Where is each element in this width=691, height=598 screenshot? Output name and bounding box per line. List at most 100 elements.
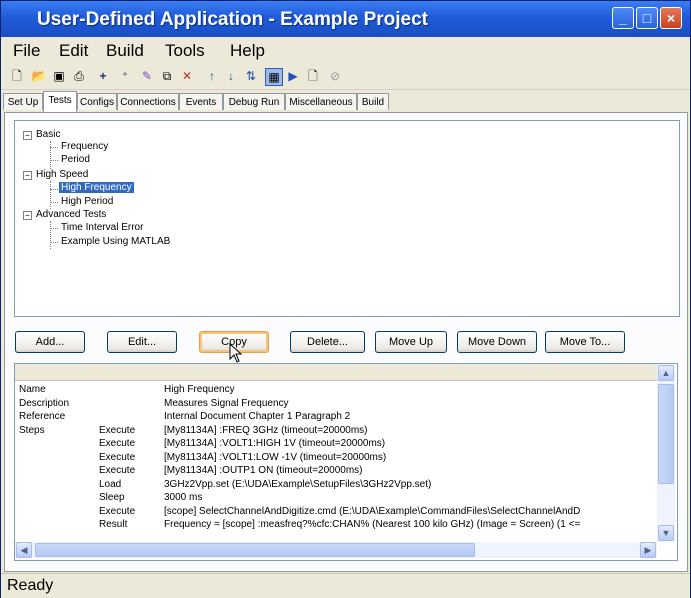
menu-edit[interactable]: Edit: [59, 41, 88, 61]
play-icon[interactable]: ▶: [285, 68, 301, 84]
minimize-button[interactable]: _: [612, 7, 634, 29]
detail-step-type: Execute: [99, 505, 136, 517]
application-window: User-Defined Application - Example Proje…: [0, 0, 691, 598]
run-icon[interactable]: ▦: [265, 68, 283, 86]
copy-icon[interactable]: ⧉: [159, 68, 175, 84]
window-title: User-Defined Application - Example Proje…: [37, 9, 428, 30]
maximize-icon: □: [642, 10, 652, 26]
tree-item-selected[interactable]: High Frequency: [59, 182, 134, 193]
collapse-icon[interactable]: −: [23, 211, 32, 220]
tree-connector: [50, 189, 58, 190]
add-child-icon[interactable]: ⁺: [117, 68, 133, 84]
tree-group-basic[interactable]: Basic: [36, 129, 60, 140]
tree-connector: [50, 228, 58, 229]
move-up-icon[interactable]: ↑: [204, 68, 220, 84]
menu-file[interactable]: File: [13, 41, 40, 61]
detail-step-type: Execute: [99, 451, 136, 463]
vertical-scroll-thumb[interactable]: [658, 384, 674, 484]
horizontal-scroll-thumb[interactable]: [35, 543, 475, 557]
move-up-button[interactable]: Move Up: [375, 331, 447, 353]
new-icon[interactable]: 🗋: [9, 68, 25, 84]
tab-configs[interactable]: Configs: [77, 93, 117, 110]
detail-value: Internal Document Chapter 1 Paragraph 2: [164, 411, 351, 422]
scroll-down-icon[interactable]: ▼: [658, 525, 674, 541]
tree-item[interactable]: Frequency: [61, 141, 108, 152]
tab-tests[interactable]: Tests: [43, 91, 77, 112]
status-bar: Ready: [1, 573, 690, 598]
print-icon[interactable]: ⎙: [71, 68, 87, 84]
tree-connector: [50, 160, 58, 161]
scroll-left-icon[interactable]: ◀: [16, 542, 32, 558]
detail-value: 3000 ms: [164, 492, 203, 503]
scroll-up-icon[interactable]: ▲: [658, 365, 674, 381]
edit-icon[interactable]: ✎: [139, 68, 155, 84]
detail-value: [My81134A] :FREQ 3GHz (timeout=20000ms): [164, 424, 368, 436]
vertical-scrollbar[interactable]: ▲ ▼: [657, 364, 675, 542]
detail-field-name: Description: [19, 397, 70, 409]
collapse-icon[interactable]: −: [23, 171, 32, 180]
tab-build[interactable]: Build: [357, 93, 389, 110]
tree-item[interactable]: Example Using MATLAB: [61, 236, 170, 247]
tree-group-advanced-tests[interactable]: Advanced Tests: [36, 209, 106, 220]
page-icon[interactable]: 🗋: [305, 68, 321, 84]
test-tree[interactable]: − Basic Frequency Period − High Speed Hi…: [14, 120, 680, 317]
stop-icon[interactable]: ⊘: [327, 68, 343, 84]
menu-build[interactable]: Build: [106, 41, 144, 61]
maximize-button[interactable]: □: [636, 7, 658, 29]
tree-item[interactable]: Time Interval Error: [61, 222, 143, 233]
tab-connections[interactable]: Connections: [117, 93, 179, 110]
action-buttons: Add... Edit... Copy Delete... Move Up Mo…: [5, 327, 685, 363]
minimize-icon: _: [619, 10, 627, 26]
horizontal-scrollbar[interactable]: ◀ ▶: [15, 542, 657, 558]
move-down-icon[interactable]: ↓: [223, 68, 239, 84]
tab-events[interactable]: Events: [179, 93, 223, 110]
edit-button[interactable]: Edit...: [107, 331, 177, 353]
tree-item[interactable]: Period: [61, 154, 90, 165]
close-icon: ×: [666, 10, 676, 26]
move-to-icon[interactable]: ⇅: [243, 68, 259, 84]
status-text: Ready: [7, 577, 54, 594]
mouse-cursor-icon: [229, 343, 243, 363]
add-icon[interactable]: +: [95, 68, 111, 84]
tests-panel: − Basic Frequency Period − High Speed Hi…: [4, 112, 688, 572]
menu-help[interactable]: Help: [230, 41, 265, 61]
detail-value: High Frequency: [164, 384, 235, 395]
move-down-button[interactable]: Move Down: [457, 331, 537, 353]
detail-step-type: Execute: [99, 465, 136, 476]
close-button[interactable]: ×: [660, 7, 682, 29]
detail-value: [My81134A] :VOLT1:LOW -1V (timeout=20000…: [164, 451, 387, 463]
tree-connector: [50, 242, 58, 243]
tree-item[interactable]: High Period: [61, 196, 113, 207]
save-icon[interactable]: ▣: [51, 68, 67, 84]
menu-bar: File Edit Build Tools Help: [1, 37, 690, 65]
detail-step-type: Sleep: [99, 492, 125, 503]
tree-connector: [50, 221, 51, 249]
detail-step-type: Result: [99, 519, 128, 530]
delete-button[interactable]: Delete...: [290, 331, 365, 353]
tab-debug-run[interactable]: Debug Run: [223, 93, 285, 110]
selected-item-label: High Frequency: [59, 182, 134, 193]
tree-connector: [50, 141, 51, 169]
collapse-icon[interactable]: −: [23, 131, 32, 140]
detail-field-name: Reference: [19, 411, 66, 422]
detail-step-type: Execute: [99, 438, 136, 449]
detail-value: [My81134A] :VOLT1:HIGH 1V (timeout=20000…: [164, 438, 386, 449]
details-header: [15, 364, 657, 381]
detail-step-type: Load: [99, 478, 122, 490]
scroll-right-icon[interactable]: ▶: [640, 542, 656, 558]
detail-field-name: Steps: [19, 424, 45, 436]
open-icon[interactable]: 📂: [31, 68, 47, 84]
delete-icon[interactable]: ✕: [179, 68, 195, 84]
tab-set-up[interactable]: Set Up: [3, 93, 43, 110]
detail-value: 3GHz2Vpp.set (E:\UDA\Example\SetupFiles\…: [164, 478, 432, 490]
tree-connector: [50, 147, 58, 148]
tab-miscellaneous[interactable]: Miscellaneous: [285, 93, 357, 110]
tree-group-high-speed[interactable]: High Speed: [36, 169, 88, 180]
title-bar[interactable]: User-Defined Application - Example Proje…: [1, 1, 690, 37]
detail-step-type: Execute: [99, 424, 136, 436]
menu-tools[interactable]: Tools: [165, 41, 205, 61]
tree-connector: [50, 181, 51, 209]
add-button[interactable]: Add...: [15, 331, 85, 353]
test-details-list[interactable]: Name High Frequency Description Measures Si…: [14, 363, 678, 561]
move-to-button[interactable]: Move To...: [545, 331, 625, 353]
